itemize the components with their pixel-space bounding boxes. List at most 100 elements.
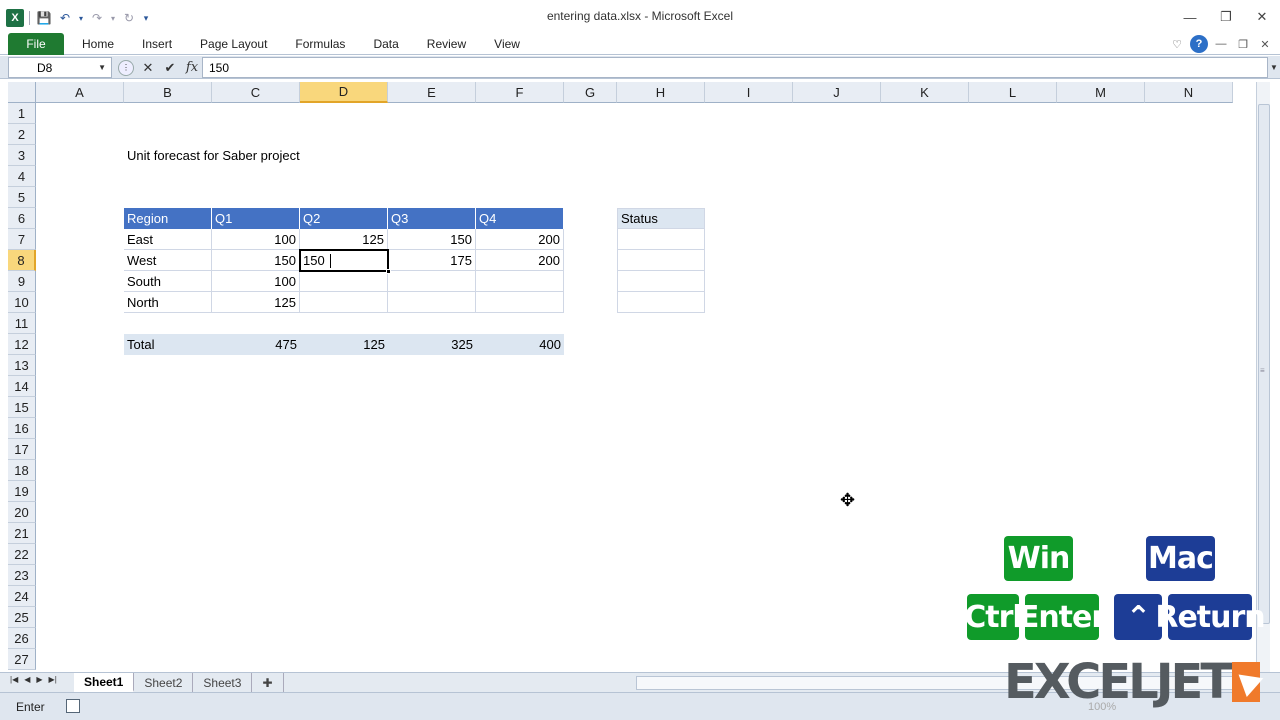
row-header-26[interactable]: 26: [8, 628, 36, 649]
select-all-button[interactable]: [8, 82, 36, 103]
column-header-b[interactable]: B: [124, 82, 212, 103]
row-header-4[interactable]: 4: [8, 166, 36, 187]
row-header-3[interactable]: 3: [8, 145, 36, 166]
table-cell[interactable]: East: [124, 229, 212, 250]
insert-sheet-icon[interactable]: ✚: [252, 673, 284, 692]
table-cell[interactable]: [388, 292, 476, 313]
table-cell[interactable]: 200: [476, 229, 564, 250]
table-cell[interactable]: 125: [300, 229, 388, 250]
workbook-close-icon[interactable]: ✕: [1256, 35, 1274, 53]
row-header-7[interactable]: 7: [8, 229, 36, 250]
row-header-14[interactable]: 14: [8, 376, 36, 397]
status-cell[interactable]: [617, 292, 705, 313]
row-header-16[interactable]: 16: [8, 418, 36, 439]
column-header-h[interactable]: H: [617, 82, 705, 103]
row-header-27[interactable]: 27: [8, 649, 36, 670]
total-cell[interactable]: Total: [124, 334, 212, 355]
row-header-20[interactable]: 20: [8, 502, 36, 523]
row-header-23[interactable]: 23: [8, 565, 36, 586]
status-cell[interactable]: [617, 229, 705, 250]
table-cell[interactable]: [476, 271, 564, 292]
table-cell[interactable]: 125: [212, 292, 300, 313]
insert-function-icon[interactable]: fx: [184, 60, 200, 75]
column-header-m[interactable]: M: [1057, 82, 1145, 103]
table-cell[interactable]: 150: [212, 250, 300, 271]
table-cell[interactable]: 150: [388, 229, 476, 250]
prev-sheet-icon[interactable]: ◀: [24, 675, 30, 684]
column-header-g[interactable]: G: [564, 82, 617, 103]
column-header-a[interactable]: A: [36, 82, 124, 103]
table-cell[interactable]: 100: [212, 229, 300, 250]
tab-formulas[interactable]: Formulas: [281, 33, 359, 55]
total-cell[interactable]: 400: [476, 334, 564, 355]
tab-home[interactable]: Home: [68, 33, 128, 55]
column-header-k[interactable]: K: [881, 82, 969, 103]
row-header-8[interactable]: 8: [8, 250, 36, 271]
table-cell[interactable]: [388, 271, 476, 292]
formula-bar-grip-icon[interactable]: ⋮: [118, 59, 134, 76]
column-header-l[interactable]: L: [969, 82, 1057, 103]
table-cell[interactable]: 200: [476, 250, 564, 271]
first-sheet-icon[interactable]: |◀: [10, 675, 18, 684]
name-box-dropdown-icon[interactable]: ▼: [98, 63, 106, 72]
expand-formula-bar-icon[interactable]: ▼: [1268, 57, 1280, 78]
tab-page-layout[interactable]: Page Layout: [186, 33, 281, 55]
row-header-22[interactable]: 22: [8, 544, 36, 565]
macro-record-icon[interactable]: [66, 699, 80, 713]
row-header-18[interactable]: 18: [8, 460, 36, 481]
fill-handle[interactable]: [386, 269, 391, 274]
column-header-n[interactable]: N: [1145, 82, 1233, 103]
status-header-cell[interactable]: Status: [617, 208, 705, 229]
row-header-19[interactable]: 19: [8, 481, 36, 502]
ribbon-collapse-icon[interactable]: ♡: [1168, 35, 1186, 53]
column-header-e[interactable]: E: [388, 82, 476, 103]
cancel-entry-icon[interactable]: ✕: [140, 60, 156, 76]
formula-input[interactable]: 150: [202, 57, 1268, 78]
confirm-entry-icon[interactable]: ✔: [162, 60, 178, 76]
table-cell[interactable]: North: [124, 292, 212, 313]
row-header-13[interactable]: 13: [8, 355, 36, 376]
total-cell[interactable]: 125: [300, 334, 388, 355]
workbook-minimize-icon[interactable]: —: [1212, 35, 1230, 53]
row-header-11[interactable]: 11: [8, 313, 36, 334]
column-header-j[interactable]: J: [793, 82, 881, 103]
tab-file[interactable]: File: [8, 33, 64, 55]
tab-data[interactable]: Data: [359, 33, 412, 55]
column-header-i[interactable]: I: [705, 82, 793, 103]
help-icon[interactable]: ?: [1190, 35, 1208, 53]
table-cell[interactable]: [300, 271, 388, 292]
row-header-12[interactable]: 12: [8, 334, 36, 355]
row-header-15[interactable]: 15: [8, 397, 36, 418]
row-header-24[interactable]: 24: [8, 586, 36, 607]
table-cell[interactable]: West: [124, 250, 212, 271]
status-cell[interactable]: [617, 271, 705, 292]
total-cell[interactable]: 475: [212, 334, 300, 355]
table-cell[interactable]: [300, 292, 388, 313]
table-header-cell[interactable]: Q3: [388, 208, 476, 229]
table-cell[interactable]: 100: [212, 271, 300, 292]
table-cell[interactable]: 175: [388, 250, 476, 271]
vertical-scrollbar[interactable]: ≡: [1256, 82, 1270, 672]
status-cell[interactable]: [617, 250, 705, 271]
sheet-tab-sheet3[interactable]: Sheet3: [193, 673, 253, 692]
close-button[interactable]: ✕: [1244, 6, 1280, 28]
column-header-c[interactable]: C: [212, 82, 300, 103]
row-header-25[interactable]: 25: [8, 607, 36, 628]
active-cell-d8[interactable]: 150: [299, 249, 391, 274]
row-header-1[interactable]: 1: [8, 103, 36, 124]
table-header-cell[interactable]: Q1: [212, 208, 300, 229]
workbook-restore-icon[interactable]: ❐: [1234, 35, 1252, 53]
tab-review[interactable]: Review: [413, 33, 480, 55]
last-sheet-icon[interactable]: ▶|: [49, 675, 57, 684]
table-header-cell[interactable]: Q2: [300, 208, 388, 229]
vertical-scroll-thumb[interactable]: [1258, 104, 1270, 624]
sheet-tab-sheet1[interactable]: Sheet1: [74, 673, 135, 692]
row-header-10[interactable]: 10: [8, 292, 36, 313]
row-header-17[interactable]: 17: [8, 439, 36, 460]
row-header-5[interactable]: 5: [8, 187, 36, 208]
minimize-button[interactable]: —: [1172, 6, 1208, 28]
column-header-d[interactable]: D: [300, 82, 388, 103]
next-sheet-icon[interactable]: ▶: [36, 675, 42, 684]
row-header-6[interactable]: 6: [8, 208, 36, 229]
sheet-title-cell[interactable]: Unit forecast for Saber project: [124, 145, 424, 166]
